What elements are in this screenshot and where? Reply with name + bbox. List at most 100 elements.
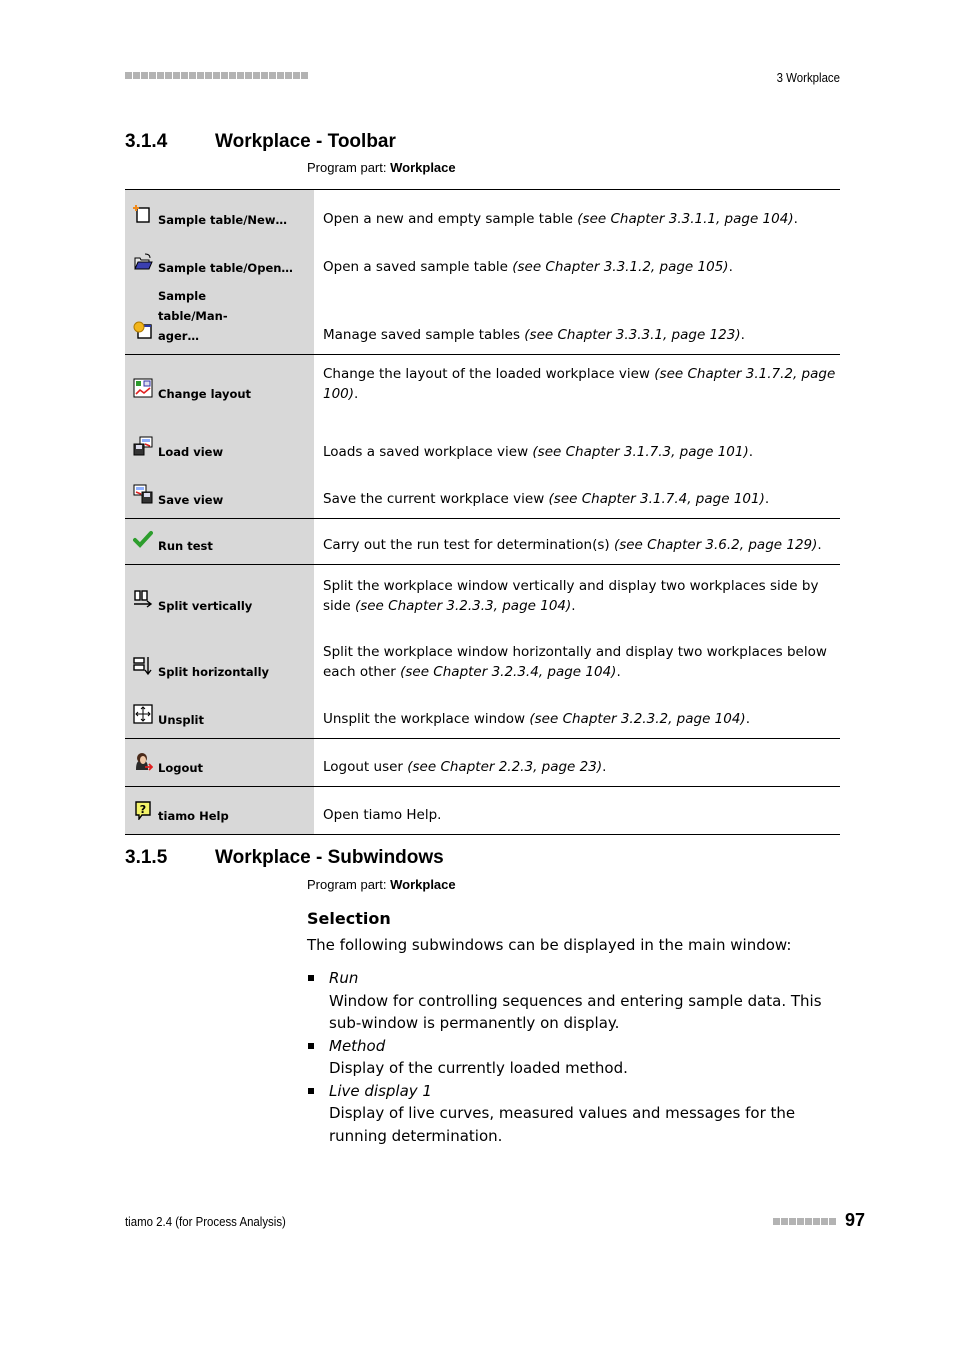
toolbar-item-label: Save view — [158, 492, 224, 507]
chapter-reference[interactable]: (see Chapter 3.2.3.2, page 104) — [529, 711, 745, 727]
header-decoration — [125, 72, 308, 79]
dot — [149, 72, 156, 79]
dot — [253, 72, 260, 79]
toolbar-item-cell: Split vertically — [125, 563, 314, 624]
dot — [301, 72, 308, 79]
chapter-reference[interactable]: (see Chapter 3.2.3.4, page 104) — [400, 664, 616, 680]
dot — [797, 1218, 804, 1225]
toolbar-item-label: Load view — [158, 445, 224, 459]
table-row: ? tiamo Help Open tiamo Help. — [125, 785, 840, 835]
dot — [277, 72, 284, 79]
bullet-icon — [308, 975, 314, 981]
table-row: Sample table/Man-ager… Manage saved sampl… — [125, 285, 840, 354]
toolbar-item-cell: Save view — [125, 470, 314, 518]
section-number: 3.1.5 — [125, 847, 168, 868]
toolbar-table: Sample table/New… Open a new and empty sa… — [125, 189, 840, 835]
toolbar-item-label: Sample table/New… — [158, 212, 287, 227]
table-row: Sample table/New… Open a new and empty sa… — [125, 189, 840, 238]
load-view-icon — [133, 436, 153, 456]
toolbar-item-description: Split the workplace window horizontally … — [323, 644, 827, 680]
dot — [125, 72, 132, 79]
toolbar-item-description: Loads a saved workplace view (see Chapte… — [323, 443, 754, 460]
table-row: Sample table/Open… Open a saved sample ta… — [125, 237, 840, 286]
chapter-reference[interactable]: (see Chapter 3.1.7.4, page 101) — [549, 491, 765, 507]
selection-heading: Selection — [307, 909, 391, 928]
manager-icon — [133, 320, 153, 340]
running-header-chapter: 3 Workplace — [776, 70, 840, 85]
table-row: Load view Loads a saved workplace view (s… — [125, 412, 840, 470]
list-item: Run Window for controlling sequences and … — [307, 967, 842, 1035]
chapter-reference[interactable]: (see Chapter 3.3.3.1, page 123) — [524, 327, 740, 343]
toolbar-item-cell: ? tiamo Help — [125, 785, 314, 835]
toolbar-item-description: Manage saved sample tables (see Chapter … — [323, 327, 745, 343]
toolbar-item-label: Run test — [158, 538, 213, 553]
section-heading-subwindows: 3.1.5 Workplace - Subwindows — [125, 847, 444, 869]
table-row: Save view Save the current workplace view… — [125, 470, 840, 518]
save-view-icon — [133, 484, 153, 504]
section-title: Workplace - Subwindows — [215, 847, 444, 868]
chapter-reference[interactable]: (see Chapter 3.3.1.1, page 104) — [577, 211, 793, 227]
change-layout-icon — [133, 378, 153, 398]
chapter-reference[interactable]: (see Chapter 3.3.1.2, page 105) — [512, 259, 728, 275]
toolbar-item-label: tiamo Help — [158, 808, 229, 823]
dot — [165, 72, 172, 79]
chapter-reference[interactable]: (see Chapter 3.1.7.3, page 101) — [532, 444, 748, 460]
bullet-icon — [308, 1087, 314, 1094]
chapter-reference[interactable]: (see Chapter 2.2.3, page 23) — [407, 759, 602, 775]
toolbar-item-description: Open a new and empty sample table (see C… — [314, 189, 840, 238]
split-horizontal-icon — [133, 656, 153, 676]
dot — [805, 1218, 812, 1225]
toolbar-item-cell: Sample table/New… — [125, 189, 314, 238]
page-number: 97 — [845, 1210, 866, 1230]
table-row: Run test Carry out the run test for deter… — [125, 517, 840, 564]
toolbar-item-label: Split vertically — [158, 599, 253, 613]
dot — [813, 1218, 820, 1225]
dot — [141, 72, 148, 79]
table-row: Split vertically Split the workplace wind… — [125, 563, 840, 624]
selection-intro: The following subwindows can be displaye… — [307, 936, 792, 954]
dot — [213, 72, 220, 79]
svg-text:?: ? — [140, 803, 146, 816]
toolbar-item-description: Split the workplace window vertically an… — [314, 563, 840, 624]
footer-decoration — [773, 1218, 836, 1225]
toolbar-item-cell: Unsplit — [125, 690, 314, 738]
dot — [221, 72, 228, 79]
dot — [821, 1218, 828, 1225]
toolbar-item-description: Open tiamo Help. — [314, 785, 840, 835]
toolbar-item-label: Sample table/Open… — [158, 260, 293, 275]
subwindow-list: Run Window for controlling sequences and … — [307, 967, 842, 1147]
dot — [205, 72, 212, 79]
table-row: Unsplit Unsplit the workplace window (see… — [125, 690, 840, 738]
table-row: Change layout Change the layout of the lo… — [125, 353, 840, 412]
dot — [789, 1218, 796, 1225]
toolbar-item-label: Logout — [158, 760, 204, 775]
dot — [285, 72, 292, 79]
toolbar-item-label: Unsplit — [158, 712, 204, 727]
toolbar-item-cell: Load view — [125, 412, 314, 470]
toolbar-item-cell: Change layout — [125, 353, 314, 412]
table-row: Logout Logout user (see Chapter 2.2.3, pa… — [125, 737, 840, 786]
toolbar-item-label: Sample table/Man-ager… — [158, 288, 228, 343]
toolbar-item-cell: Logout — [125, 737, 314, 786]
split-vertical-icon — [133, 590, 153, 610]
program-part-subwindows: Program part: Workplace — [307, 877, 456, 892]
chapter-reference[interactable]: (see Chapter 3.6.2, page 129) — [614, 537, 817, 553]
toolbar-item-cell: Sample table/Man-ager… — [125, 285, 314, 354]
chapter-reference[interactable]: (see Chapter 3.2.3.3, page 104) — [355, 598, 571, 614]
section-heading-toolbar: 3.1.4 Workplace - Toolbar — [125, 131, 396, 153]
list-item: Method Display of the currently loaded me… — [307, 1035, 842, 1080]
toolbar-item-description: Unsplit the workplace window (see Chapte… — [323, 711, 750, 727]
toolbar-item-description: Save the current workplace view (see Cha… — [323, 491, 770, 507]
unsplit-icon — [133, 703, 153, 724]
dot — [829, 1218, 836, 1225]
toolbar-item-description: Carry out the run test for determination… — [314, 517, 840, 564]
open-folder-icon — [133, 252, 153, 272]
program-part-toolbar: Program part: Workplace — [307, 160, 456, 175]
dot — [157, 72, 164, 79]
dot — [245, 72, 252, 79]
new-sample-table-icon — [133, 204, 153, 224]
dot — [781, 1218, 788, 1225]
dot — [237, 72, 244, 79]
section-number: 3.1.4 — [125, 131, 168, 152]
dot — [133, 72, 140, 79]
